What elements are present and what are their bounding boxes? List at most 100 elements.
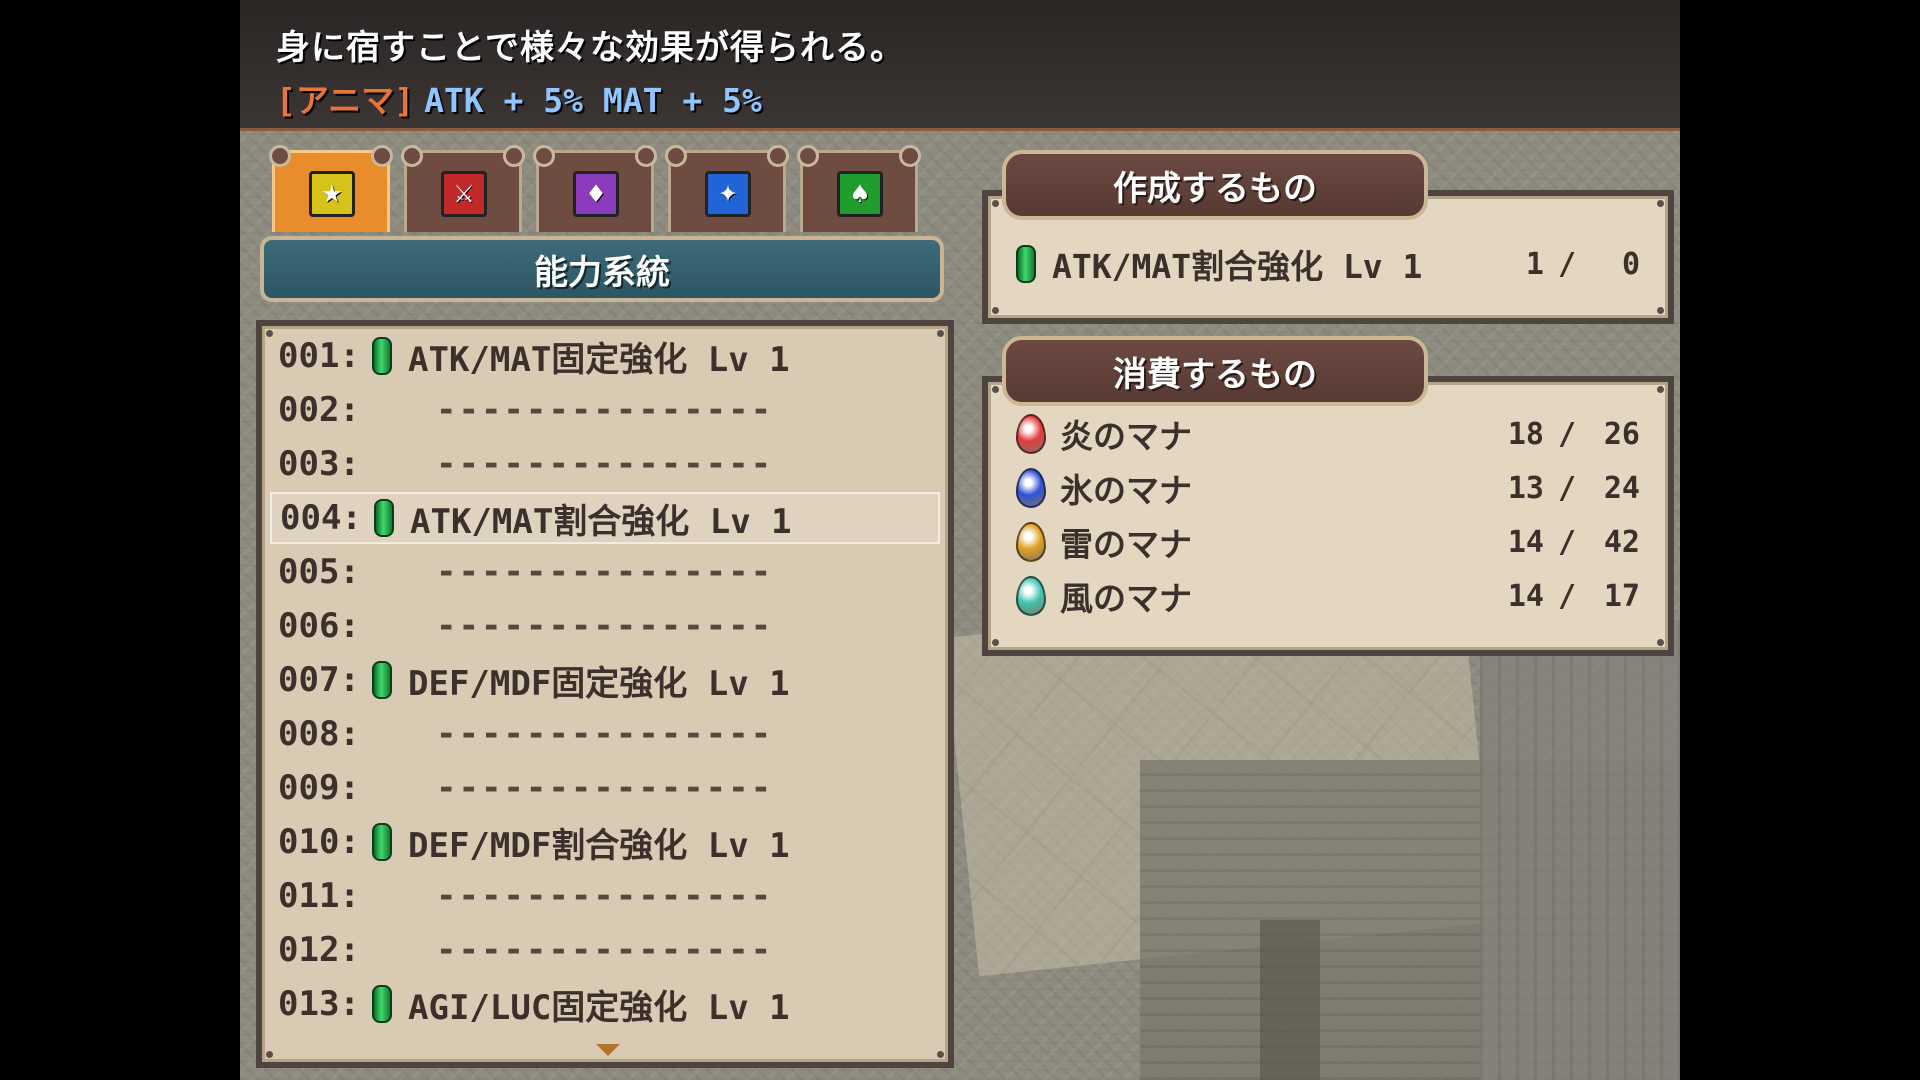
count-slash: / xyxy=(1557,416,1576,452)
mana-have: 13 xyxy=(1507,470,1544,506)
background-pillar xyxy=(1480,620,1680,1080)
tab-ornament xyxy=(767,145,789,167)
recipe-number: 006: xyxy=(278,606,360,646)
empty-slot-placeholder: --------------- xyxy=(436,876,774,916)
game-screen: 身に宿すことで様々な効果が得られる。 [アニマ] ATK + 5% MAT + 5… xyxy=(240,0,1680,1080)
recipe-row[interactable]: 011: --------------- xyxy=(270,870,940,922)
tab-ornament xyxy=(503,145,525,167)
recipe-number: 012: xyxy=(278,930,360,970)
green-gem-icon xyxy=(1016,245,1036,283)
mana-count: 13 / 24 xyxy=(1508,471,1640,506)
recipe-row[interactable]: 005: --------------- xyxy=(270,546,940,598)
tab-2[interactable]: ⚔ xyxy=(401,145,525,232)
mana-need: 26 xyxy=(1603,416,1640,452)
mana-crystal-icon xyxy=(1016,468,1046,508)
green-gem-icon xyxy=(372,985,392,1023)
recipe-row[interactable]: 009: --------------- xyxy=(270,762,940,814)
recipe-name: ATK/MAT固定強化 Lv 1 xyxy=(408,339,790,380)
mana-name: 炎のマナ xyxy=(1060,417,1192,456)
recipe-row[interactable]: 012: --------------- xyxy=(270,924,940,976)
help-tag: [アニマ] xyxy=(276,81,415,120)
background-shadow xyxy=(1260,920,1320,1080)
empty-slot-placeholder: --------------- xyxy=(436,930,774,970)
panel-rivet xyxy=(992,639,999,646)
consume-item-row: 氷のマナ 13 / 24 xyxy=(1016,462,1640,514)
yellow-figure-icon: ★ xyxy=(309,171,355,217)
recipe-row[interactable]: 008: --------------- xyxy=(270,708,940,760)
panel-rivet xyxy=(1657,639,1664,646)
tab-ornament xyxy=(797,145,819,167)
recipe-number: 011: xyxy=(278,876,360,916)
mana-name: 雷のマナ xyxy=(1060,525,1192,564)
green-figure-icon: ♠ xyxy=(837,171,883,217)
mana-need: 42 xyxy=(1603,524,1640,560)
green-gem-icon xyxy=(372,661,392,699)
mana-have: 14 xyxy=(1507,578,1544,614)
mana-crystal-icon xyxy=(1016,414,1046,454)
create-title: 作成するもの xyxy=(1002,150,1428,220)
create-item-name: ATK/MAT割合強化 Lv 1 xyxy=(1052,247,1423,286)
recipe-row[interactable]: 010: DEF/MDF割合強化 Lv 1 xyxy=(270,816,940,868)
category-title: 能力系統 xyxy=(534,252,670,293)
count-slash: / xyxy=(1557,578,1576,614)
count-slash: / xyxy=(1557,246,1576,282)
mana-have: 18 xyxy=(1507,416,1544,452)
recipe-number: 003: xyxy=(278,444,360,484)
panel-rivet xyxy=(937,1051,944,1058)
help-stats: ATK + 5% MAT + 5% xyxy=(424,81,762,120)
consume-item-row: 炎のマナ 18 / 26 xyxy=(1016,408,1640,460)
recipe-number: 007: xyxy=(278,660,360,700)
tab-ornament xyxy=(269,145,291,167)
recipe-row[interactable]: 003: --------------- xyxy=(270,438,940,490)
recipe-row[interactable]: 013: AGI/LUC固定強化 Lv 1 xyxy=(270,978,940,1030)
recipe-name: ATK/MAT割合強化 Lv 1 xyxy=(410,501,792,542)
recipe-number: 008: xyxy=(278,714,360,754)
panel-rivet xyxy=(992,386,999,393)
panel-rivet xyxy=(992,307,999,314)
empty-slot-placeholder: --------------- xyxy=(436,552,774,592)
consume-title: 消費するもの xyxy=(1002,336,1428,406)
purple-figure-icon: ♦ xyxy=(573,171,619,217)
recipe-row[interactable]: 002: --------------- xyxy=(270,384,940,436)
empty-slot-placeholder: --------------- xyxy=(436,390,774,430)
mana-name: 風のマナ xyxy=(1060,579,1192,618)
recipe-number: 013: xyxy=(278,984,360,1024)
mana-crystal-icon xyxy=(1016,522,1046,562)
tab-3[interactable]: ♦ xyxy=(533,145,657,232)
mana-name: 氷のマナ xyxy=(1060,471,1192,510)
help-bonus-line: [アニマ] ATK + 5% MAT + 5% xyxy=(276,74,762,122)
recipe-row[interactable]: 004: ATK/MAT割合強化 Lv 1 xyxy=(270,492,940,544)
tab-ornament xyxy=(665,145,687,167)
recipe-row[interactable]: 006: --------------- xyxy=(270,600,940,652)
red-figure-icon: ⚔ xyxy=(441,171,487,217)
recipe-list: 001: ATK/MAT固定強化 Lv 1 002: --------------- 0… xyxy=(256,320,954,1068)
recipe-number: 009: xyxy=(278,768,360,808)
tab-ornament xyxy=(635,145,657,167)
recipe-number: 005: xyxy=(278,552,360,592)
tab-4[interactable]: ✦ xyxy=(665,145,789,232)
recipe-name: AGI/LUC固定強化 Lv 1 xyxy=(408,987,790,1028)
recipe-row[interactable]: 001: ATK/MAT固定強化 Lv 1 xyxy=(270,330,940,382)
mana-crystal-icon xyxy=(1016,576,1046,616)
count-slash: / xyxy=(1557,470,1576,506)
consume-item-row: 雷のマナ 14 / 42 xyxy=(1016,516,1640,568)
help-description: 身に宿すことで様々な効果が得られる。 xyxy=(276,28,905,68)
recipe-number: 010: xyxy=(278,822,360,862)
empty-slot-placeholder: --------------- xyxy=(436,768,774,808)
count-slash: / xyxy=(1557,524,1576,560)
category-banner: 能力系統 xyxy=(260,236,944,302)
panel-rivet xyxy=(1657,386,1664,393)
mana-need: 24 xyxy=(1603,470,1640,506)
tab-ornament xyxy=(899,145,921,167)
tab-ornament xyxy=(401,145,423,167)
scroll-down-arrow-icon[interactable] xyxy=(596,1044,620,1056)
panel-rivet xyxy=(992,200,999,207)
empty-slot-placeholder: --------------- xyxy=(436,714,774,754)
recipe-row[interactable]: 007: DEF/MDF固定強化 Lv 1 xyxy=(270,654,940,706)
create-item-count: 1 / 0 xyxy=(1526,247,1640,282)
mana-count: 14 / 17 xyxy=(1508,579,1640,614)
tab-5[interactable]: ♠ xyxy=(797,145,921,232)
tab-ornament xyxy=(371,145,393,167)
mana-count: 14 / 42 xyxy=(1508,525,1640,560)
tab-1[interactable]: ★ xyxy=(269,145,393,232)
